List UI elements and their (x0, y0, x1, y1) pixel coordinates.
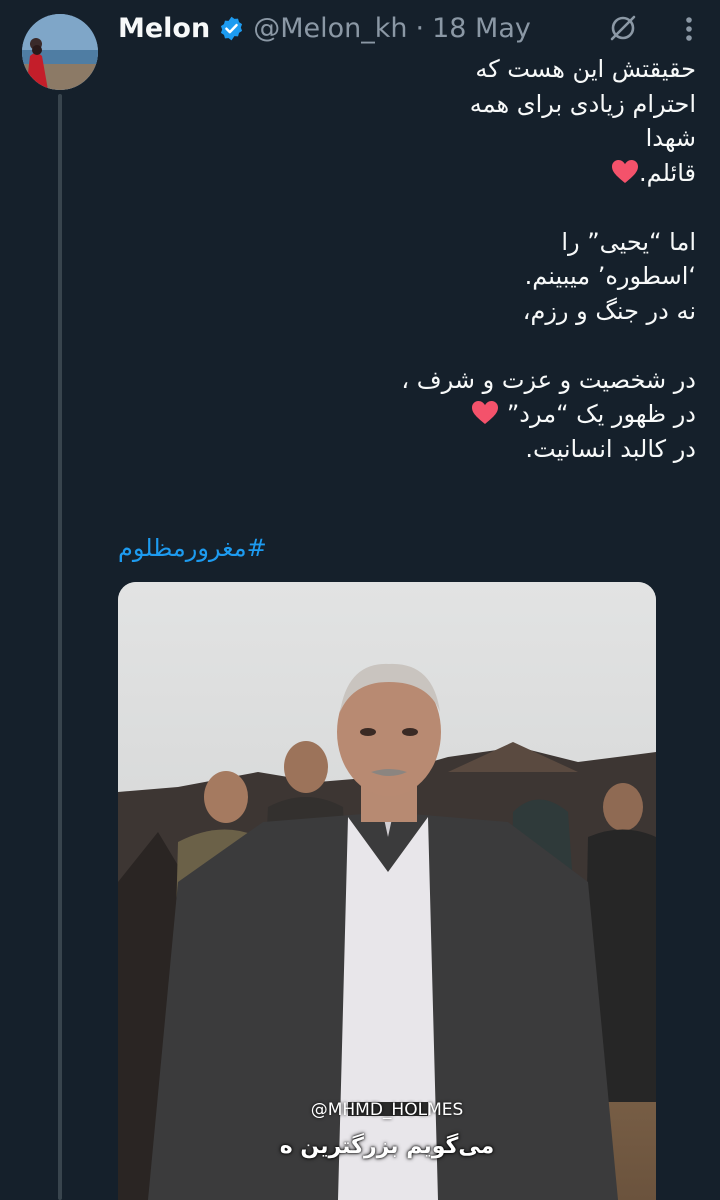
tweet-line: احترام زیادی برای همه (469, 89, 696, 118)
tweet-line: ‘اسطوره’ میبینم. (524, 262, 696, 290)
tweet-line: نه در جنگ و رزم، (522, 296, 696, 325)
hashtag-link[interactable]: #مغرورمظلوم (118, 534, 267, 562)
avatar[interactable] (22, 14, 98, 90)
tweet-media-video[interactable]: @MHMD_HOLMES می‌گویم بزرگترین ه (118, 582, 656, 1200)
timestamp[interactable]: 18 May (432, 13, 531, 44)
tweet-line: در کالبد انسانیت. (525, 434, 696, 463)
tweet-line: شهدا (645, 124, 696, 152)
display-name[interactable]: Melon (118, 13, 210, 44)
heart-emoji-icon (611, 159, 638, 183)
tweet-header: Melon @Melon_kh · 18 May (118, 10, 531, 46)
tweet-line: در شخصیت و عزت و شرف ، (401, 365, 696, 394)
separator-dot: · (415, 12, 425, 44)
more-icon[interactable] (672, 12, 706, 46)
video-subtitle: می‌گویم بزرگترین ه (279, 1134, 495, 1159)
verified-badge-icon[interactable] (218, 15, 245, 42)
tweet-line: حقیقتش این هست که (475, 55, 696, 83)
tweet-line-text: قائلم. (638, 158, 696, 187)
tweet-line: اما “یحیی” را (561, 227, 696, 256)
avatar-image (22, 14, 98, 90)
video-watermark: @MHMD_HOLMES (310, 1100, 464, 1120)
heart-emoji-icon (472, 401, 499, 424)
grok-icon[interactable] (607, 12, 639, 44)
user-handle[interactable]: @Melon_kh (253, 13, 407, 44)
thread-line (58, 94, 62, 1200)
tweet-line-with-heart: در ظهور یک “مرد” (118, 397, 696, 432)
tweet-line-with-heart: قائلم. (118, 156, 696, 191)
tweet-line-text: در ظهور یک “مرد” (506, 400, 696, 428)
tweet-text: حقیقتش این هست که احترام زیادی برای همه … (118, 52, 696, 466)
